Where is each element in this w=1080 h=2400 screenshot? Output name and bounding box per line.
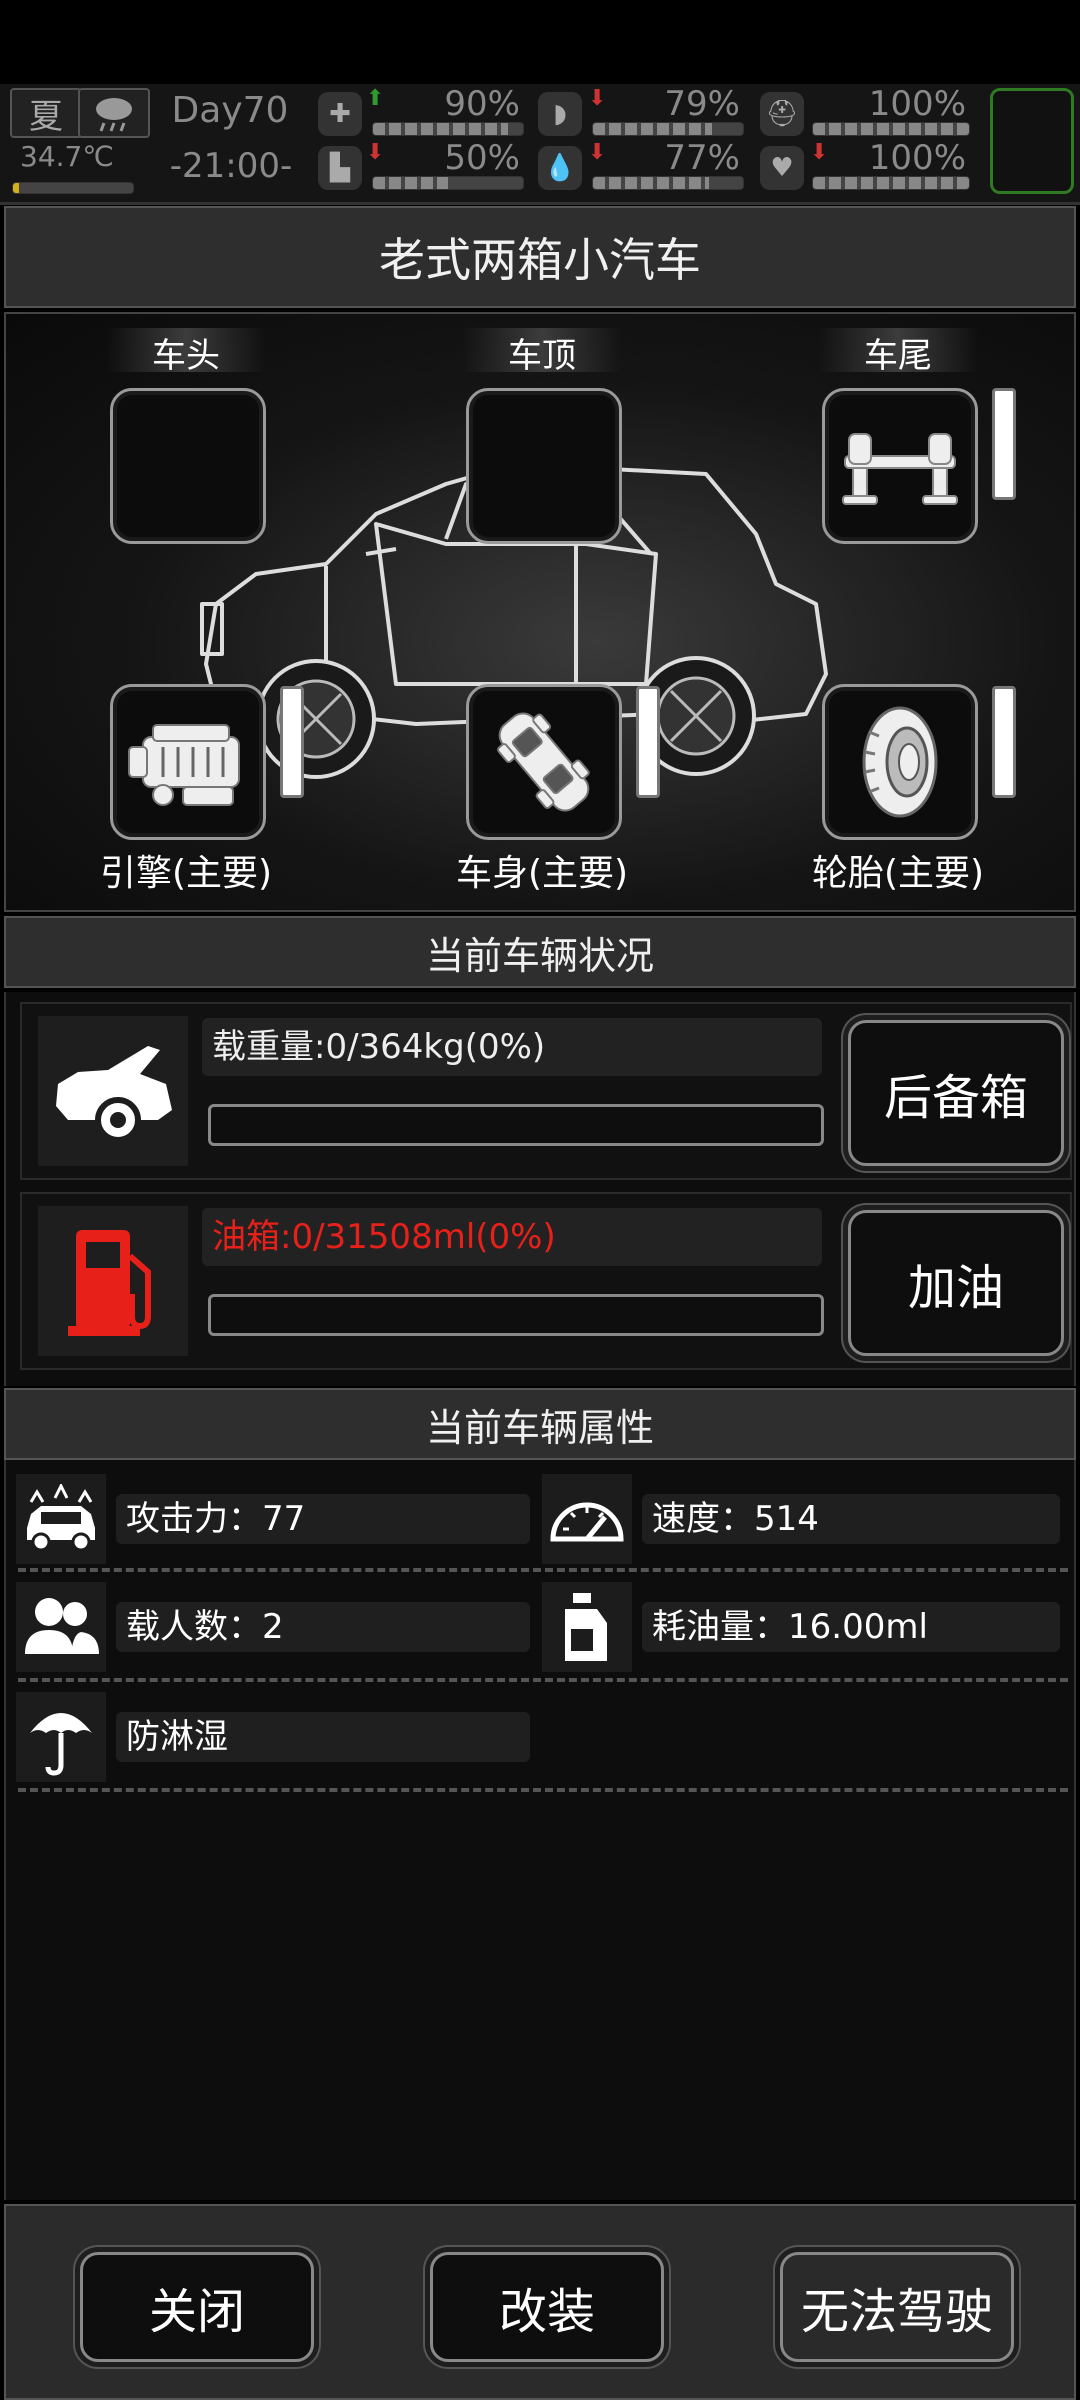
trend-down-icon: ⬇: [588, 86, 607, 111]
thirst-value: 77%: [664, 138, 740, 178]
slot-body[interactable]: [466, 684, 622, 840]
fuel-bar: [208, 1294, 824, 1336]
medkit-icon: ✚: [318, 92, 362, 136]
umbrella-icon: [16, 1692, 106, 1782]
slot-rear[interactable]: [822, 388, 978, 544]
body-durability-bar: [636, 686, 660, 798]
equipped-slot[interactable]: [990, 88, 1074, 194]
slot-label-rear: 车尾: [864, 336, 932, 376]
time-display: -21:00-: [169, 146, 293, 186]
boot-icon: ▙: [318, 146, 362, 190]
engine-durability-bar: [280, 686, 304, 798]
modify-button[interactable]: 改装: [430, 2252, 664, 2362]
vehicle-view: 车头 车顶 车尾 引擎(主要) 车身(主要) 轮胎(主要): [4, 312, 1076, 912]
armor-bar: [812, 122, 970, 136]
season-badge: 夏: [10, 88, 82, 138]
close-button[interactable]: 关闭: [80, 2252, 314, 2362]
rainproof-text: 防淋湿: [116, 1712, 530, 1762]
trend-down-icon: ⬇: [810, 140, 829, 165]
armor-value: 100%: [868, 84, 966, 124]
temperature-bar: [12, 182, 134, 194]
load-row: 载重量:0/364kg(0%) 后备箱: [20, 1002, 1072, 1180]
fuel-can-icon: [542, 1582, 632, 1672]
fuel-text: 油箱:0/31508ml(0%): [202, 1208, 822, 1266]
status-bar: 夏 34.7℃ Day70 -21:00- ✚ ⬆ 90% ◗ ⬇ 79% ⛑ …: [0, 84, 1080, 205]
condition-header: 当前车辆状况: [4, 916, 1076, 988]
rear-durability-bar: [992, 388, 1016, 500]
attributes-panel: 攻击力：77 速度：514 载人数：2 耗油量：16.00ml 防淋湿: [4, 1460, 1076, 2200]
cloud-rain-icon: [78, 88, 150, 138]
fuel-use-text: 耗油量：16.00ml: [642, 1602, 1060, 1652]
divider: [18, 1678, 1068, 1682]
hunger-value: 79%: [664, 84, 740, 124]
refuel-button[interactable]: 加油: [848, 1210, 1064, 1356]
slot-label-front: 车头: [152, 336, 220, 376]
tire-icon: [862, 706, 938, 818]
passengers-text: 载人数：2: [116, 1602, 530, 1652]
divider: [18, 1788, 1068, 1792]
load-bar: [208, 1104, 824, 1146]
attributes-header: 当前车辆属性: [4, 1388, 1076, 1460]
trend-down-icon: ⬇: [588, 140, 607, 165]
season-label: 夏: [29, 96, 63, 137]
gas-pump-icon: [38, 1206, 188, 1356]
heart-icon: ♥: [760, 146, 804, 190]
mood-value: 100%: [868, 138, 966, 178]
day-counter: Day70: [171, 90, 289, 131]
temperature-text: 34.7℃: [20, 140, 114, 173]
condition-panel: 载重量:0/364kg(0%) 后备箱 油箱:0/31508ml(0%) 加油: [4, 992, 1076, 1386]
rear-axle-icon: [842, 433, 958, 505]
water-drop-icon: 💧: [538, 146, 582, 190]
helmet-icon: ⛑: [760, 92, 804, 136]
car-body-icon: [497, 712, 590, 812]
slot-label-roof: 车顶: [508, 336, 576, 376]
slot-engine[interactable]: [110, 684, 266, 840]
slot-tire[interactable]: [822, 684, 978, 840]
fuel-row: 油箱:0/31508ml(0%) 加油: [20, 1192, 1072, 1370]
divider: [18, 1568, 1068, 1572]
trunk-button[interactable]: 后备箱: [848, 1020, 1064, 1166]
stamina-value: 50%: [444, 138, 520, 178]
vehicle-title: 老式两箱小汽车: [4, 206, 1076, 308]
slot-roof[interactable]: [466, 388, 622, 544]
stomach-icon: ◗: [538, 92, 582, 136]
part-label-body: 车身(主要): [455, 853, 629, 894]
drive-button[interactable]: 无法驾驶: [780, 2252, 1014, 2362]
speed-text: 速度：514: [642, 1494, 1060, 1544]
tire-durability-bar: [992, 686, 1016, 798]
car-trunk-icon: [38, 1016, 188, 1166]
attack-text: 攻击力：77: [116, 1494, 530, 1544]
slot-front[interactable]: [110, 388, 266, 544]
thirst-bar: [592, 176, 744, 190]
footer-bar: 关闭 改装 无法驾驶: [4, 2204, 1076, 2400]
health-bar: [372, 122, 524, 136]
trend-down-icon: ⬇: [366, 140, 385, 165]
mood-bar: [812, 176, 970, 190]
load-text: 载重量:0/364kg(0%): [202, 1018, 822, 1076]
car-attack-icon: [16, 1474, 106, 1564]
part-label-tire: 轮胎(主要): [811, 853, 985, 894]
health-value: 90%: [444, 84, 520, 124]
hunger-bar: [592, 122, 744, 136]
passengers-icon: [16, 1582, 106, 1672]
trend-up-icon: ⬆: [366, 86, 385, 111]
engine-icon: [128, 724, 240, 806]
stamina-bar: [372, 176, 524, 190]
part-label-engine: 引擎(主要): [99, 853, 273, 894]
speedometer-icon: [542, 1474, 632, 1564]
